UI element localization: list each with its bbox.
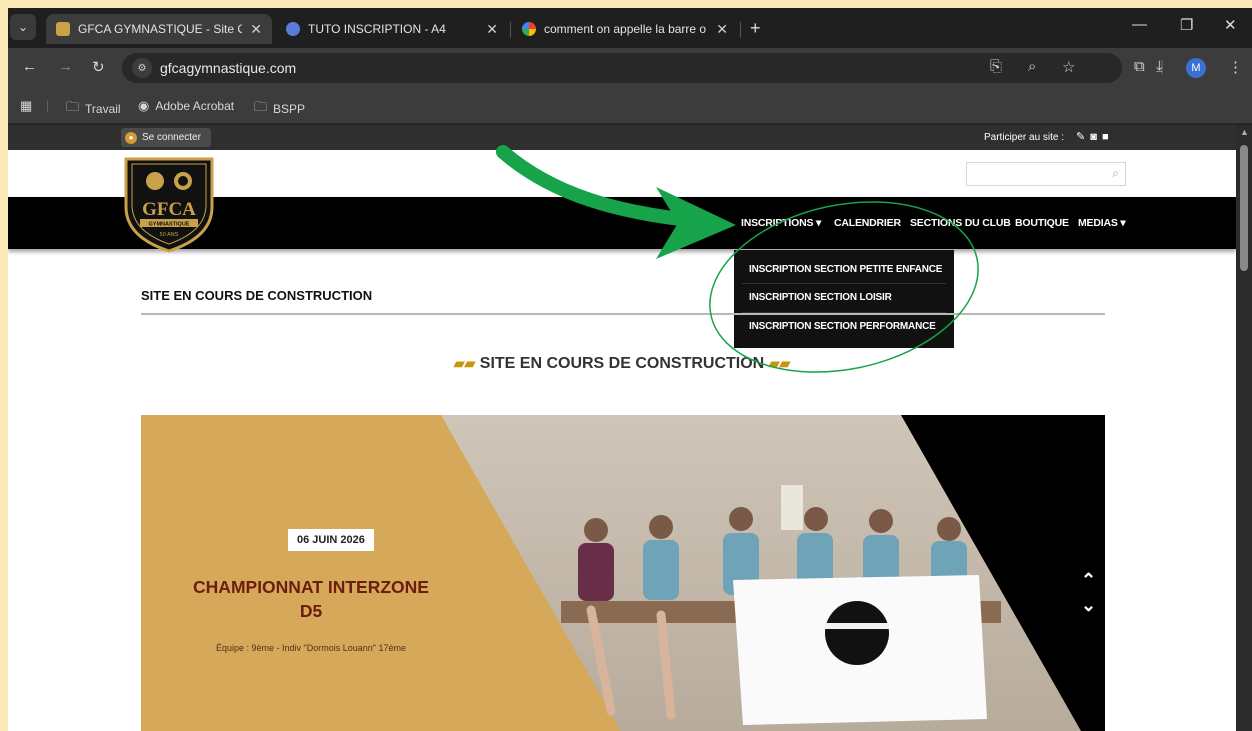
bookmark-travail[interactable]: 🗀 Travail bbox=[66, 98, 121, 120]
url-text: gfcagymnastique.com bbox=[160, 60, 297, 76]
tab-title: comment on appelle la barre o bbox=[544, 22, 707, 36]
bookmark-label: Adobe Acrobat bbox=[155, 99, 235, 113]
browser-window: ⌄ GFCA GYMNASTIQUE - Site Offi ✕ TUTO IN… bbox=[8, 8, 1252, 731]
window-close-icon[interactable]: ✕ bbox=[1224, 16, 1237, 34]
tab-search-icon[interactable]: ⌄ bbox=[10, 14, 36, 40]
tab-close-icon[interactable]: ✕ bbox=[716, 21, 728, 38]
nav-sections-du-club[interactable]: SECTIONS DU CLUB bbox=[910, 217, 1011, 229]
nav-medias[interactable]: MEDIAS ▾ bbox=[1078, 217, 1126, 229]
tab-google[interactable]: comment on appelle la barre o ✕ bbox=[512, 14, 738, 44]
bookmarks-bar: ▦ | 🗀 Travail ◉ Adobe Acrobat 🗀 BSPP bbox=[8, 88, 1252, 124]
doc-favicon-icon bbox=[286, 22, 300, 36]
scroll-up-icon[interactable]: ▲ bbox=[1240, 127, 1249, 137]
site-search-input[interactable]: ⌕ bbox=[966, 162, 1126, 186]
globe-icon: ◉ bbox=[138, 98, 150, 113]
dropdown-item-petite-enfance[interactable]: INSCRIPTION SECTION PETITE ENFANCE bbox=[749, 264, 942, 275]
bookmark-label: Travail bbox=[85, 102, 121, 116]
forward-arrow-icon[interactable]: → bbox=[58, 58, 73, 75]
login-button[interactable]: ● Se connecter bbox=[121, 128, 211, 147]
participer-label: Participer au site : bbox=[984, 132, 1065, 143]
back-arrow-icon[interactable]: ← bbox=[22, 58, 37, 75]
scroll-thumb[interactable] bbox=[1240, 145, 1248, 271]
news-slider[interactable]: 06 JUIN 2026 CHAMPIONNAT INTERZONE D5 Équ… bbox=[141, 415, 1105, 731]
site-topbar: ● Se connecter Participer au site : ✎ ◙ … bbox=[8, 125, 1236, 150]
tab-close-icon[interactable]: ✕ bbox=[250, 21, 262, 38]
logo-years: 50 ANS bbox=[160, 232, 179, 238]
bookmark-star-icon[interactable]: ☆ bbox=[1062, 58, 1075, 76]
google-favicon-icon bbox=[522, 22, 536, 36]
tab-title: GFCA GYMNASTIQUE - Site Offi bbox=[78, 22, 243, 36]
participer-media-icons[interactable]: ✎ ◙ ■ bbox=[1076, 130, 1110, 143]
event-date-badge: 06 JUIN 2026 bbox=[288, 529, 374, 551]
tab-separator bbox=[510, 22, 511, 38]
construction-title: ▰▰ SITE EN COURS DE CONSTRUCTION ▰▰ bbox=[453, 355, 791, 372]
restore-icon[interactable]: ❐ bbox=[1180, 16, 1193, 34]
folder-icon: 🗀 bbox=[254, 99, 268, 114]
gfca-favicon-icon bbox=[56, 22, 70, 36]
bookmark-bspp[interactable]: 🗀 BSPP bbox=[254, 98, 305, 120]
event-title: CHAMPIONNAT INTERZONE D5 bbox=[193, 577, 429, 621]
dropdown-divider bbox=[742, 283, 946, 284]
slider-next-chevron-down-icon[interactable]: ⌄ bbox=[1081, 595, 1096, 616]
folder-icon: 🗀 bbox=[66, 99, 80, 114]
tab-gfca[interactable]: GFCA GYMNASTIQUE - Site Offi ✕ bbox=[46, 14, 272, 44]
nav-boutique[interactable]: BOUTIQUE bbox=[1015, 217, 1069, 229]
tab-strip: ⌄ GFCA GYMNASTIQUE - Site Offi ✕ TUTO IN… bbox=[8, 8, 1252, 48]
search-icon[interactable]: ⌕ bbox=[1112, 166, 1119, 181]
heading-divider bbox=[141, 313, 1105, 315]
user-icon: ● bbox=[125, 131, 137, 144]
minimize-icon[interactable]: — bbox=[1132, 16, 1147, 33]
web-page: ● Se connecter Participer au site : ✎ ◙ … bbox=[8, 125, 1236, 731]
logo-ribbon: GYMNASTIQUE bbox=[149, 222, 190, 228]
tab-close-icon[interactable]: ✕ bbox=[486, 21, 498, 38]
extensions-icon[interactable]: ⧉ bbox=[1134, 58, 1145, 75]
apps-grid-icon[interactable]: ▦ bbox=[20, 98, 38, 114]
dropdown-item-loisir[interactable]: INSCRIPTION SECTION LOISIR bbox=[749, 292, 892, 303]
nav-calendrier[interactable]: CALENDRIER bbox=[834, 217, 901, 229]
page-heading: SITE EN COURS DE CONSTRUCTION bbox=[141, 288, 373, 303]
site-info-icon[interactable]: ⚙ bbox=[132, 58, 152, 78]
construction-barrier-icon: ▰▰ bbox=[453, 355, 476, 371]
install-app-icon[interactable]: ⎘ bbox=[990, 58, 1002, 75]
download-icon[interactable]: ⤓ bbox=[1156, 58, 1163, 75]
new-tab-plus-icon[interactable]: + bbox=[750, 18, 761, 39]
bookmark-adobe-acrobat[interactable]: ◉ Adobe Acrobat bbox=[138, 98, 234, 114]
zoom-icon[interactable]: ⌕ bbox=[1028, 58, 1036, 75]
profile-avatar[interactable]: M bbox=[1186, 58, 1206, 78]
bookmarks-divider: | bbox=[46, 98, 50, 112]
construction-barrier-icon: ▰▰ bbox=[768, 355, 791, 371]
inscriptions-dropdown: INSCRIPTION SECTION PETITE ENFANCE INSCR… bbox=[734, 250, 954, 348]
nav-inscriptions[interactable]: INSCRIPTIONS ▾ bbox=[741, 217, 821, 229]
page-scrollbar[interactable]: ▲ bbox=[1236, 125, 1252, 731]
logo-initials: GFCA bbox=[142, 199, 196, 220]
browser-toolbar: ← → ↻ ⚙ gfcagymnastique.com ⎘ ⌕ ☆ ⧉ | ⤓ … bbox=[8, 48, 1252, 88]
tab-title: TUTO INSCRIPTION - A4 bbox=[308, 22, 446, 36]
dropdown-item-performance[interactable]: INSCRIPTION SECTION PERFORMANCE bbox=[749, 321, 936, 332]
bookmark-label: BSPP bbox=[273, 102, 306, 116]
gfca-logo[interactable]: GFCA GYMNASTIQUE 50 ANS bbox=[122, 155, 216, 253]
menu-kebab-icon[interactable]: ⋮ bbox=[1228, 58, 1243, 76]
address-bar[interactable]: ⚙ gfcagymnastique.com ⎘ ⌕ ☆ bbox=[122, 53, 1122, 83]
reload-icon[interactable]: ↻ bbox=[92, 58, 105, 76]
tab-separator bbox=[740, 22, 741, 38]
slider-prev-chevron-up-icon[interactable]: ⌃ bbox=[1081, 570, 1096, 591]
team-photo bbox=[441, 415, 1105, 731]
login-label: Se connecter bbox=[142, 132, 201, 143]
event-result: Équipe : 9ème - Indiv "Dormois Louann" 1… bbox=[216, 643, 406, 653]
tab-tuto[interactable]: TUTO INSCRIPTION - A4 ✕ bbox=[276, 14, 508, 44]
